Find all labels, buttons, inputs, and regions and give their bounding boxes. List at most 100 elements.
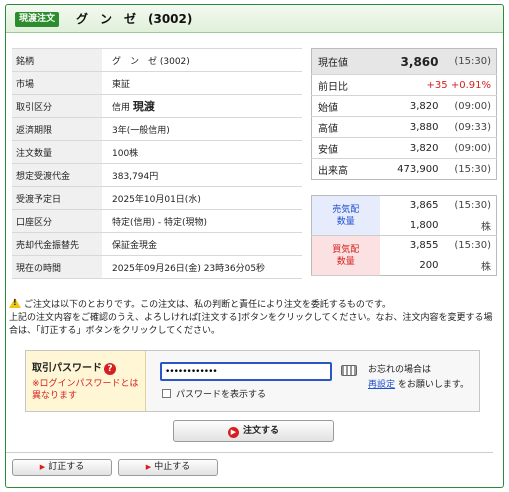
quote-table: 現在値 3,860 (15:30) 前日比 +35 +0.91% 始値 3,820 (09… (311, 48, 497, 180)
quote-value: 3,820 (379, 95, 439, 117)
quote-label: 高値 (311, 116, 380, 138)
trade-type-prefix: 信用 (112, 103, 131, 113)
panel-header: 現渡注文 グ ン ゼ (3002) (6, 5, 503, 33)
field-value: 2025年09月26日(金) 23時36分05秒 (102, 255, 302, 279)
divider (6, 452, 493, 453)
quote-label: 始値 (311, 95, 380, 117)
table-row: 安値 3,820 (09:00) (311, 137, 497, 159)
notice-text-1: ご注文は以下のとおりです。この注文は、私の判断と責任により注文を委託するものです… (24, 300, 392, 310)
table-row: 口座区分 特定(信用) - 特定(現物) (12, 209, 302, 233)
sell-qty: 1,800 (379, 215, 439, 236)
change-percent: +0.91% (450, 79, 491, 91)
order-confirm-panel: 現渡注文 グ ン ゼ (3002) 銘柄グ ン ゼ (3002) 市場 東証 取引… (5, 4, 504, 488)
show-password-checkbox[interactable] (162, 389, 171, 398)
reset-password-link[interactable]: 再設定 (368, 380, 395, 390)
forgot-password-suffix: をお願いします。 (397, 380, 469, 390)
field-value: 特定(信用) - 特定(現物) (102, 209, 302, 233)
field-label: 返済期限 (12, 117, 102, 141)
order-detail-table: 銘柄グ ン ゼ (3002) 市場 東証 取引区分 信用 現渡 返済期限 3年(一般信… (12, 48, 302, 279)
order-notice: ご注文は以下のとおりです。この注文は、私の判断と責任により注文を委託するものです… (9, 298, 499, 338)
quote-time: (09:00) (438, 95, 497, 117)
quote-time: (09:00) (438, 137, 497, 159)
forgot-password-prefix: お忘れの場合は (368, 365, 432, 375)
password-label: 取引パスワード (32, 363, 102, 374)
sell-quote-label-top: 売気配 (332, 204, 360, 215)
buy-quote-label: 買気配 数量 (311, 235, 380, 276)
notice-line-1: ご注文は以下のとおりです。この注文は、私の判断と責任により注文を委託するものです… (9, 298, 499, 312)
buy-quote-label-top: 買気配 (332, 244, 360, 255)
field-label: 注文数量 (12, 140, 102, 164)
field-label: 現在の時間 (12, 255, 102, 279)
cancel-order-button[interactable]: ▶ 中止する (118, 459, 218, 476)
table-row: 返済期限 3年(一般信用) (12, 117, 302, 141)
change-amount: +35 (426, 79, 448, 91)
quote-value: 473,900 (397, 163, 439, 175)
arrow-right-icon: ▶ (39, 463, 46, 471)
buy-quote-label-bottom: 数量 (336, 256, 355, 267)
table-row: 出来高 473,900 (15:30) (312, 159, 497, 180)
quote-label: 出来高 (318, 165, 348, 177)
sell-quote-label-bottom: 数量 (336, 216, 355, 227)
table-row: 始値 3,820 (09:00) (311, 95, 497, 117)
buy-qty: 200 (419, 259, 439, 271)
field-value: 3年(一般信用) (102, 117, 302, 141)
order-book-table: 売気配 数量 3,865 (15:30) 1,800 株 買気配 数量 3,855 (15:3… (311, 195, 497, 276)
sell-price-row: 売気配 数量 3,865 (15:30) (311, 195, 497, 236)
show-password-label[interactable]: パスワードを表示する (176, 390, 266, 400)
stock-title: グ ン ゼ (3002) (76, 12, 193, 26)
quote-value: 3,880 (379, 116, 439, 138)
sell-quote-label: 売気配 数量 (311, 195, 380, 236)
buy-price-row: 買気配 数量 3,855 (15:30) (311, 235, 497, 276)
help-icon[interactable]: ? (104, 363, 116, 375)
change-value: +35 +0.91% (379, 74, 497, 96)
forgot-password-text: お忘れの場合は 再設定 をお願いします。 (368, 363, 469, 393)
current-price-value: 3,860 (379, 48, 439, 75)
table-row: 想定受渡代金 383,794円 (12, 163, 302, 187)
notice-line-2: 上記の注文内容をご確認のうえ、よろしければ[注文する]ボタンをクリックしてくださ… (9, 313, 493, 336)
buy-time: (15:30) (454, 240, 491, 252)
play-icon: ▶ (227, 427, 239, 438)
quote-value: 3,820 (379, 137, 439, 159)
field-label: 想定受渡代金 (12, 163, 102, 187)
field-label: 売却代金振替先 (12, 232, 102, 256)
buy-unit: 株 (481, 261, 491, 273)
table-row: 高値 3,880 (09:33) (311, 116, 497, 138)
show-password-option[interactable]: パスワードを表示する (162, 387, 266, 400)
forgot-password-line: 再設定 をお願いします。 (368, 378, 469, 393)
field-label: 受渡予定日 (12, 186, 102, 210)
warning-icon (9, 298, 21, 308)
current-price-time: (15:30) (438, 48, 497, 75)
table-row: 売却代金振替先 保証金現金 (12, 232, 302, 256)
current-price-label: 現在値 (311, 48, 380, 75)
field-value: 東証 (102, 71, 302, 95)
arrow-right-icon: ▶ (145, 463, 152, 471)
field-label: 市場 (12, 71, 102, 95)
buy-price: 3,855 (409, 240, 439, 252)
password-input[interactable] (160, 362, 332, 381)
field-label: 取引区分 (12, 94, 102, 118)
password-label-cell: 取引パスワード? ※ログインパスワードとは異なります (26, 351, 146, 411)
field-value: 383,794円 (102, 163, 302, 187)
password-section: 取引パスワード? ※ログインパスワードとは異なります パスワードを表示する お忘… (25, 350, 480, 412)
field-label: 銘柄 (12, 48, 102, 72)
change-label: 前日比 (311, 74, 380, 96)
order-type-badge: 現渡注文 (15, 12, 60, 27)
field-value: 2025年10月01日(水) (102, 186, 302, 210)
field-label: 口座区分 (12, 209, 102, 233)
submit-order-label: 注文する (242, 426, 279, 436)
password-note: ※ログインパスワードとは異なります (32, 379, 139, 401)
trade-type-value: 現渡 (132, 100, 155, 113)
sell-price: 3,865 (409, 200, 439, 212)
quote-time: (09:33) (438, 116, 497, 138)
table-row: 取引区分 信用 現渡 (12, 94, 302, 118)
quote-time: (15:30) (454, 163, 491, 175)
correct-order-button[interactable]: ▶ 訂正する (12, 459, 112, 476)
field-value: 保証金現金 (102, 232, 302, 256)
keyboard-icon[interactable] (341, 365, 357, 376)
submit-order-button[interactable]: ▶ 注文する (173, 420, 334, 442)
change-row: 前日比 +35 +0.91% (311, 74, 497, 96)
field-value: 100株 (102, 140, 302, 164)
table-row: 銘柄グ ン ゼ (3002) (12, 48, 302, 72)
table-row: 受渡予定日 2025年10月01日(水) (12, 186, 302, 210)
field-value: 信用 現渡 (102, 94, 302, 118)
